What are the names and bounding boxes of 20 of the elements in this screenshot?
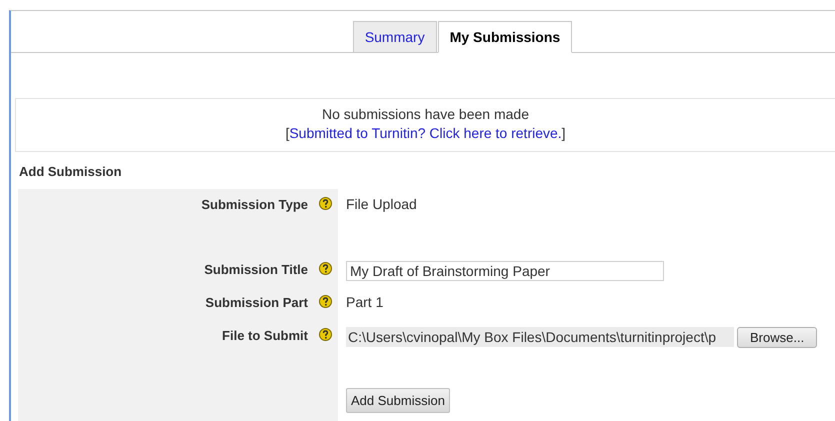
field-value: Part 1 [346,294,384,310]
field-label: File to Submit [222,328,308,343]
field-label: Submission Part [205,295,308,310]
section-heading: Add Submission [18,163,123,181]
tab[interactable]: My Submissions [438,21,572,53]
browse-button[interactable]: Browse... [737,327,818,348]
retrieve-link[interactable]: Submitted to Turnitin? Click here to retrieve. [289,125,562,141]
help-icon[interactable] [319,295,332,308]
tab[interactable]: Summary [352,21,437,53]
field-value: File Upload [346,196,417,212]
title-input[interactable]: My Draft of Brainstorming Paper [346,261,664,281]
notice-message: No submissions have been made [322,106,529,122]
field-label: Submission Type [201,197,308,212]
retrieve-line: [Submitted to Turnitin? Click here to retrieve.] [285,125,566,141]
file-path-field[interactable]: C:\Users\cvinopal\My Box Files\Documents\turnitinproject\p [346,327,734,347]
field-label: Submission Title [204,262,308,277]
help-icon[interactable] [319,328,332,341]
help-icon[interactable] [319,197,332,210]
add-submission-button[interactable]: Add Submission [346,388,450,413]
help-icon[interactable] [319,262,332,275]
